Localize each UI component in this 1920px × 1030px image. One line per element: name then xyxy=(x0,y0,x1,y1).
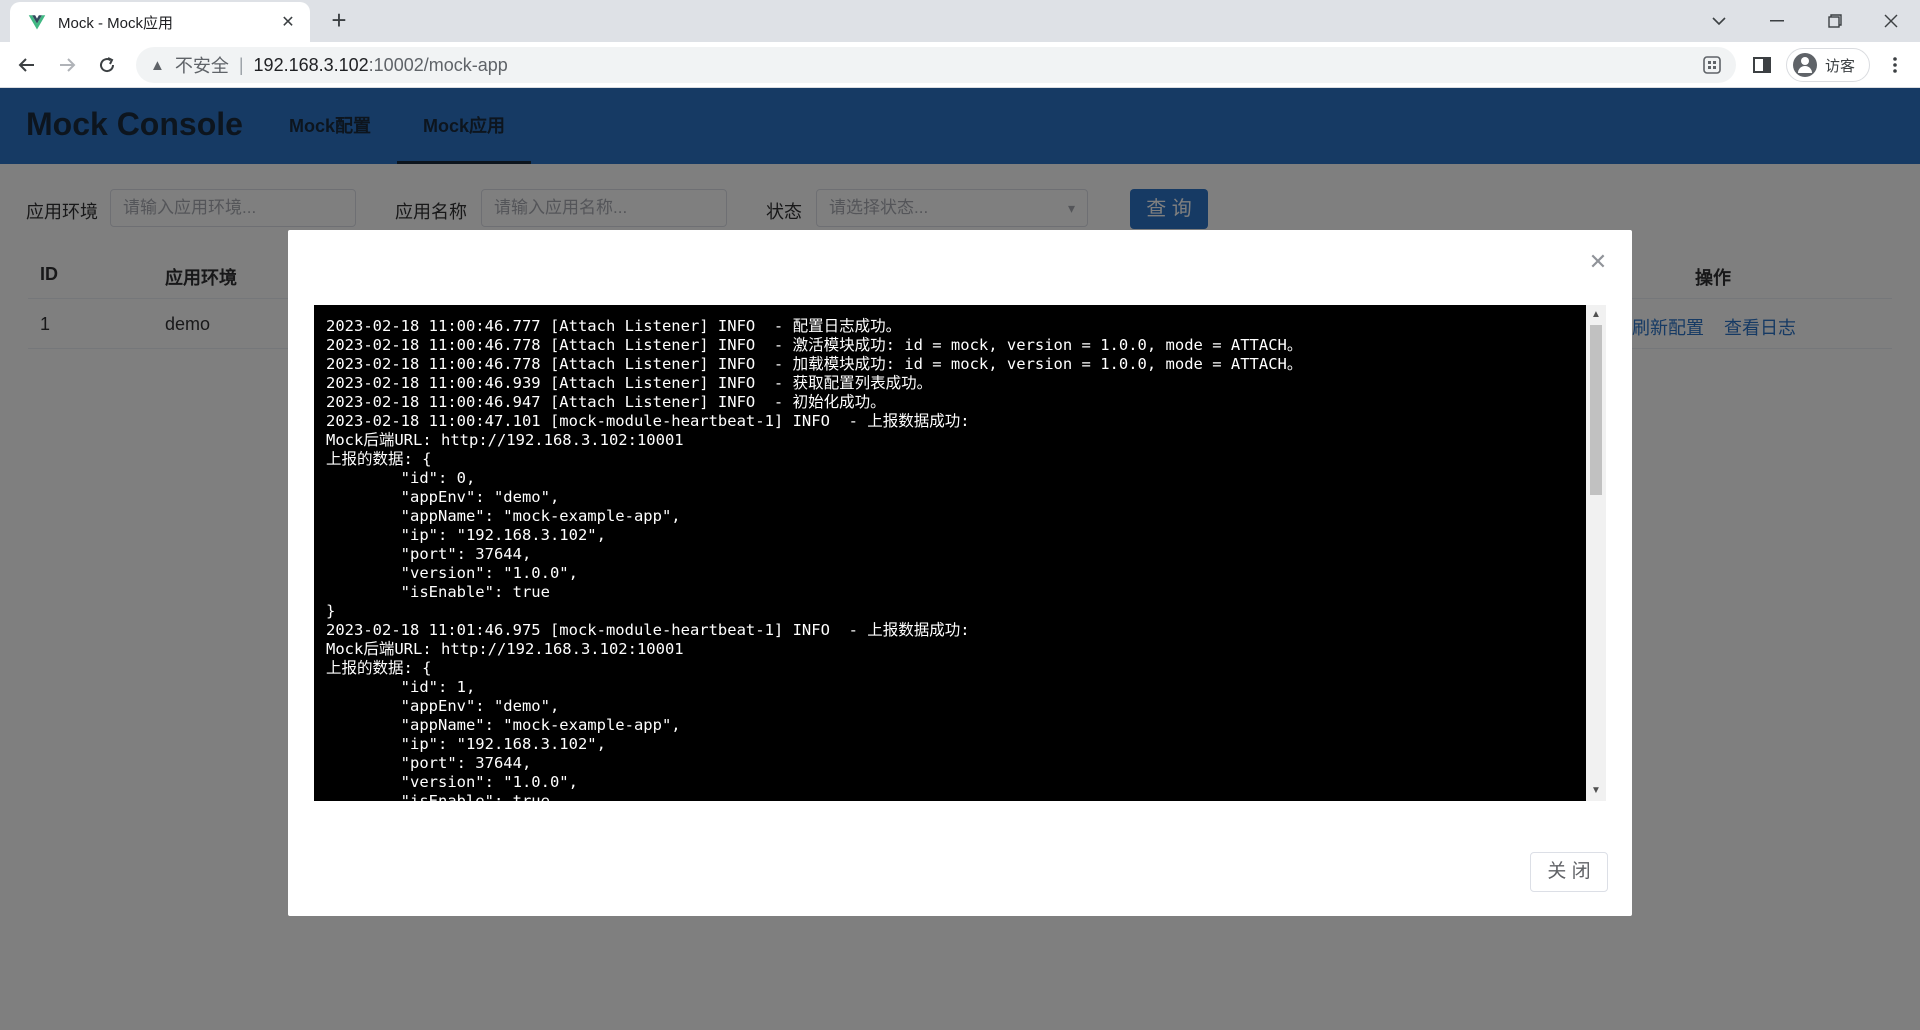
profile-name: 访客 xyxy=(1825,57,1856,75)
back-icon[interactable] xyxy=(12,50,42,80)
scroll-up-icon[interactable]: ▲ xyxy=(1586,307,1606,323)
close-button[interactable]: 关 闭 xyxy=(1530,852,1608,892)
security-label: 不安全 xyxy=(174,56,229,76)
side-panel-icon[interactable] xyxy=(1751,54,1773,76)
avatar-icon xyxy=(1793,53,1817,77)
warning-triangle-icon: ▲ xyxy=(150,56,165,74)
reload-icon[interactable] xyxy=(92,50,122,80)
tab-close-icon[interactable]: ✕ xyxy=(278,12,298,32)
profile-button[interactable]: 访客 xyxy=(1786,48,1870,82)
window-close-icon[interactable] xyxy=(1862,0,1920,42)
browser-toolbar: ▲ 不安全 | 192.168.3.102:10002/mock-app 访客 xyxy=(0,42,1920,88)
tab-search-icon[interactable] xyxy=(1690,0,1748,42)
forward-icon[interactable] xyxy=(52,50,82,80)
log-console[interactable]: 2023-02-18 11:00:46.777 [Attach Listener… xyxy=(314,305,1606,801)
vue-logo-icon xyxy=(28,15,46,30)
log-text: 2023-02-18 11:00:46.777 [Attach Listener… xyxy=(326,317,1303,801)
tab-title: Mock - Mock应用 xyxy=(58,14,174,32)
address-bar[interactable]: ▲ 不安全 | 192.168.3.102:10002/mock-app xyxy=(136,47,1736,83)
dialog-close-icon[interactable]: ✕ xyxy=(1588,251,1608,273)
browser-tab-strip: Mock - Mock应用 ✕ + xyxy=(0,0,1920,42)
url-separator: | xyxy=(238,54,244,75)
url-host: 192.168.3.102 xyxy=(253,54,369,75)
more-menu-icon[interactable] xyxy=(1884,54,1906,76)
browser-tab[interactable]: Mock - Mock应用 ✕ xyxy=(10,2,310,42)
minimize-icon[interactable] xyxy=(1748,0,1806,42)
qr-code-icon[interactable] xyxy=(1701,54,1723,76)
url-path: :10002/mock-app xyxy=(368,54,508,75)
scroll-down-icon[interactable]: ▼ xyxy=(1586,783,1606,799)
log-dialog: ✕ 2023-02-18 11:00:46.777 [Attach Listen… xyxy=(288,230,1632,916)
restore-icon[interactable] xyxy=(1806,0,1864,42)
scroll-thumb[interactable] xyxy=(1590,325,1602,495)
new-tab-button[interactable]: + xyxy=(324,6,354,36)
log-scrollbar[interactable]: ▲ ▼ xyxy=(1586,305,1606,801)
